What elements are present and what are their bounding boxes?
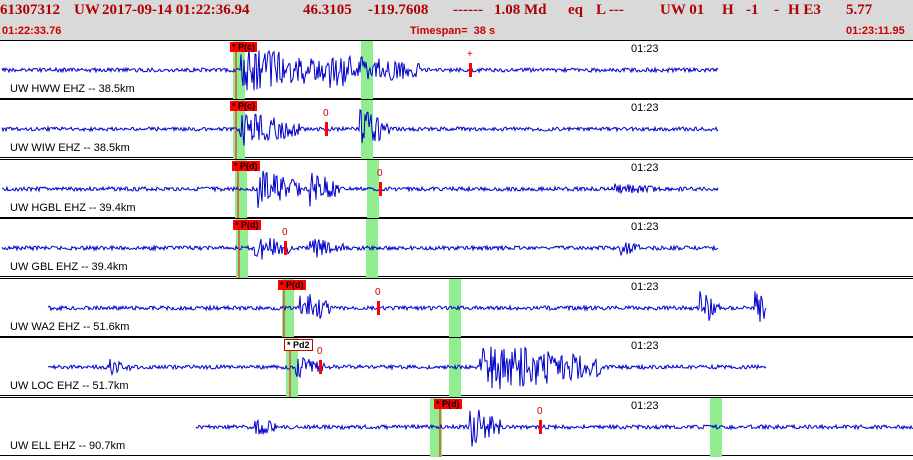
trace-row[interactable]: * Pd2 0 01:23 UW LOC EHZ -- 51.7km	[0, 337, 913, 397]
time-tick-label: 01:23	[631, 281, 659, 293]
amplitude-pick-mark	[325, 122, 328, 136]
waveform-line	[47, 346, 767, 390]
waveform-plot	[47, 279, 767, 338]
station-label: UW HWW EHZ -- 38.5km	[10, 83, 135, 95]
trace-row[interactable]: * P(c) +01:23 UW HWW EHZ -- 38.5km	[0, 40, 913, 100]
quality-code: H E3	[788, 2, 821, 18]
amplitude-pick-mark	[377, 301, 380, 315]
amplitude-pick-label[interactable]: 0	[377, 168, 383, 179]
time-tick-label: 01:23	[631, 340, 659, 352]
phase-pick-label[interactable]: * P(d)	[434, 399, 462, 409]
trace-row[interactable]: * P(d) 0 01:23 UW HGBL EHZ -- 39.4km	[0, 159, 913, 219]
time-tick-label: 01:23	[631, 400, 659, 412]
time-tick-label: 01:23	[631, 102, 659, 114]
phase-pick-label[interactable]: * P(d)	[278, 280, 306, 290]
amplitude-pick-label[interactable]: 0	[537, 406, 543, 417]
phase-pick-label[interactable]: * P(d)	[232, 161, 260, 171]
waveform-plot	[1, 41, 719, 100]
event-type: eq	[568, 2, 583, 18]
phase-pick-label[interactable]: * P(c)	[230, 42, 258, 52]
event-summary-line: 61307312 UW 2017-09-14 01:22:36.94 46.31…	[0, 2, 913, 22]
pick-window	[710, 398, 722, 457]
time-tick-label: 01:23	[631, 43, 659, 55]
waveform-plot	[1, 160, 719, 219]
station-label: UW WIW EHZ -- 38.5km	[10, 142, 130, 154]
amplitude-pick-mark	[539, 420, 542, 434]
station-label: UW GBL EHZ -- 39.4km	[10, 261, 128, 273]
amplitude-pick-label[interactable]: 0	[282, 227, 288, 238]
author-code: UW 01	[660, 2, 705, 18]
phase-pick-label[interactable]: * P(d)	[233, 220, 261, 230]
waveform-plot	[1, 219, 719, 278]
amplitude-pick-label[interactable]: 0	[317, 346, 323, 357]
location-flag: L ---	[596, 2, 624, 18]
seismogram-panel: * P(c) +01:23 UW HWW EHZ -- 38.5km * P(c) 0 0…	[0, 40, 913, 460]
station-label: UW HGBL EHZ -- 39.4km	[10, 202, 136, 214]
pick-window	[361, 100, 373, 159]
trace-row[interactable]: * P(d) 0 01:23 UW WA2 EHZ -- 51.6km	[0, 278, 913, 338]
end-time: 01:23:11.95	[846, 25, 905, 37]
station-label: UW LOC EHZ -- 51.7km	[10, 380, 129, 392]
timespan: Timespan= 38 s	[410, 25, 496, 37]
amplitude-pick-mark	[469, 63, 472, 77]
h-flag: H	[722, 2, 734, 18]
start-time: 01:22:33.76	[2, 25, 62, 37]
phase-pick-label[interactable]: * Pd2	[284, 339, 313, 351]
event-id: 61307312	[0, 2, 60, 18]
amplitude-pick-mark	[284, 241, 287, 255]
origin-datetime: 2017-09-14 01:22:36.94	[102, 2, 250, 18]
latitude: 46.3105	[303, 2, 352, 18]
longitude: -119.7608	[368, 2, 429, 18]
time-tick-label: 01:23	[631, 221, 659, 233]
amplitude-pick-mark	[379, 182, 382, 196]
amplitude-pick-mark	[319, 360, 322, 374]
amplitude-pick-label[interactable]: 0	[323, 108, 329, 119]
phase-pick-label[interactable]: * P(c)	[230, 101, 258, 111]
event-header: 61307312 UW 2017-09-14 01:22:36.94 46.31…	[0, 0, 913, 40]
dash-field: ------	[453, 2, 483, 18]
dash-separator: -	[774, 2, 779, 18]
waveform-line	[1, 108, 719, 146]
amplitude-pick-label[interactable]: 0	[375, 287, 381, 298]
network-code: UW	[74, 2, 100, 18]
waveform-line	[1, 237, 719, 260]
h-value: -1	[746, 2, 759, 18]
station-label: UW ELL EHZ -- 90.7km	[10, 440, 126, 452]
magnitude: 1.08 Md	[494, 2, 547, 18]
waveform-line	[195, 409, 913, 447]
waveform-plot	[1, 100, 719, 159]
rms-value: 5.77	[846, 2, 873, 18]
station-label: UW WA2 EHZ -- 51.6km	[10, 321, 130, 333]
trace-row[interactable]: * P(c) 0 01:23 UW WIW EHZ -- 38.5km	[0, 99, 913, 159]
waveform-plot	[47, 338, 767, 397]
trace-row[interactable]: * P(d) 0 01:23 UW GBL EHZ -- 39.4km	[0, 218, 913, 278]
trace-row[interactable]: * P(d) 0 01:23 UW ELL EHZ -- 90.7km	[0, 397, 913, 457]
time-tick-label: 01:23	[631, 162, 659, 174]
amplitude-pick-label[interactable]: +	[467, 49, 473, 60]
waveform-line	[47, 291, 767, 322]
